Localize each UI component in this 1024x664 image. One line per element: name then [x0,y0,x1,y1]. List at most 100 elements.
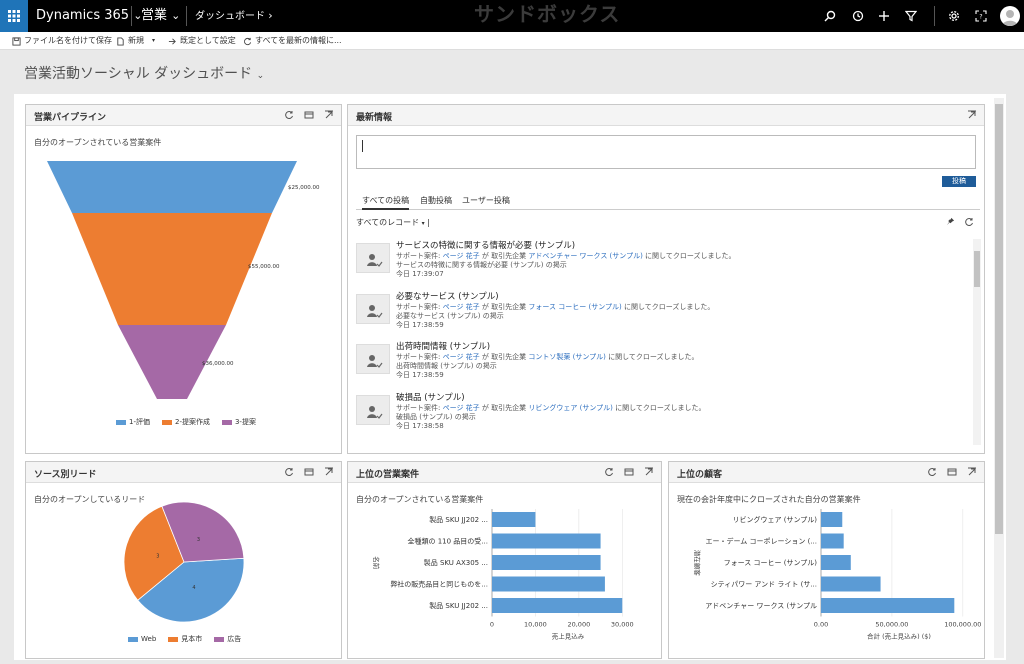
refresh-chart-button[interactable] [926,466,938,478]
user-link[interactable]: ページ 花子 [443,252,480,260]
account-link[interactable]: アドベンチャー ワークス (サンプル) [528,252,642,260]
legend-item[interactable]: Web [128,634,156,644]
legend-item[interactable]: 3-提案 [221,417,256,427]
recent-button[interactable] [850,8,866,24]
refresh-icon [605,468,613,477]
post-button[interactable]: 投稿 [942,176,976,187]
legend-label: Web [141,635,157,643]
area-menu[interactable]: 営業 ⌄ [141,0,180,32]
create-button[interactable] [876,8,892,24]
list-item[interactable]: 必要なサービス (サンプル) サポート案件: ページ 花子 が 取引先企業 フォ… [356,290,966,340]
new-label: 新規 [128,36,144,45]
feed-item-time: 今日 17:38:59 [396,371,444,379]
user-avatar-button[interactable] [1000,6,1020,26]
expand-button[interactable] [323,109,335,121]
panel-header: 最新情報 [348,105,984,126]
bar[interactable] [492,512,536,527]
x-tick-label: 20,000 [567,621,590,629]
legend-swatch [128,636,138,642]
panel-title: ソース別リード [34,470,97,480]
new-button[interactable]: 新規 ▾ [116,32,155,50]
breadcrumb-label: ダッシュボード [195,11,265,22]
bar[interactable] [492,555,601,570]
bar[interactable] [492,576,605,592]
view-records-button[interactable] [303,466,315,478]
account-link[interactable]: フォース コーヒー (サンプル) [528,303,621,311]
bar[interactable] [492,598,623,613]
feed-scrollbar[interactable] [973,239,981,445]
page-scrollbar[interactable] [994,98,1004,658]
save-as-button[interactable]: ファイル名を付けて保存 [12,32,112,50]
expand-button[interactable] [966,466,978,478]
tab-user-posts[interactable]: ユーザー投稿 [462,195,510,206]
legend-item[interactable]: 2-提案作成 [161,417,210,427]
search-button[interactable] [822,8,838,24]
funnel-segment-2[interactable] [72,213,272,325]
view-records-button[interactable] [623,466,635,478]
bar[interactable] [821,555,851,570]
search-icon [824,10,836,22]
view-records-button[interactable] [946,466,958,478]
app-brand-menu[interactable]: Dynamics 365 ⌄ [36,0,142,32]
legend-item[interactable]: 広告 [214,634,241,644]
refresh-chart-button[interactable] [283,109,295,121]
account-link[interactable]: コントソ製薬 (サンプル) [528,353,605,361]
legend-swatch [221,419,232,425]
refresh-chart-button[interactable] [603,466,615,478]
panel-header: ソース別リード [26,462,341,483]
feed-item-title[interactable]: 必要なサービス (サンプル) [396,290,499,302]
legend-item[interactable]: 見本市 [168,634,202,644]
user-link[interactable]: ページ 花子 [443,404,480,412]
x-tick-label: 10,000 [524,621,547,629]
bar[interactable] [821,598,955,613]
case-icon [367,355,383,368]
refresh-chart-button[interactable] [283,466,295,478]
funnel-chart: $25,000.00 $55,000.00 $36,000.00 [47,161,320,399]
refresh-icon [285,468,293,477]
list-item[interactable]: サービスの特徴に関する情報が必要 (サンプル) サポート案件: ページ 花子 が… [356,239,966,289]
post-input[interactable] [356,135,976,169]
tab-auto-posts[interactable]: 自動投稿 [420,195,452,206]
view-records-button[interactable] [303,109,315,121]
refresh-all-button[interactable]: すべてを最新の情報に... [243,32,342,50]
legend-item[interactable]: 1-評価 [116,417,150,427]
breadcrumb[interactable]: ダッシュボード › [195,0,273,32]
records-icon [624,468,634,476]
bar[interactable] [821,512,843,527]
help-icon: ? [975,10,987,22]
expand-button[interactable] [966,109,978,121]
panel-header: 上位の営業案件 [348,462,661,483]
feed-item-title[interactable]: 出荷時間情報 (サンプル) [396,340,490,352]
account-link[interactable]: リビングウェア (サンプル) [528,404,612,412]
advanced-find-button[interactable] [903,8,919,24]
scroll-thumb[interactable] [974,251,980,287]
follow-button[interactable] [946,217,955,229]
feed-item-time: 今日 17:38:58 [396,422,444,430]
record-filter-dropdown[interactable]: すべてのレコード ▾ | [356,217,430,228]
feed-item-title[interactable]: 破損品 (サンプル) [396,391,465,403]
x-axis-label: 売上見込み [552,632,585,641]
help-button[interactable]: ? [973,8,989,24]
y-tick-label: 全種類の 110 品目の受... [408,537,489,546]
feed-item-title[interactable]: サービスの特徴に関する情報が必要 (サンプル) [396,239,575,251]
list-item[interactable]: 出荷時間情報 (サンプル) サポート案件: ページ 花子 が 取引先企業 コント… [356,340,966,390]
case-avatar [356,243,390,273]
app-launcher-button[interactable] [0,0,28,32]
expand-button[interactable] [323,466,335,478]
bar[interactable] [821,576,881,592]
scroll-thumb[interactable] [995,104,1003,534]
expand-icon [968,467,976,476]
tab-all-posts[interactable]: すべての投稿 [362,195,410,210]
bar[interactable] [821,533,844,549]
settings-button[interactable] [946,8,962,24]
user-link[interactable]: ページ 花子 [443,353,480,361]
refresh-feed-button[interactable] [964,217,974,230]
dashboard-selector[interactable]: 営業活動ソーシャル ダッシュボード ⌄ [24,63,264,83]
funnel-segment-1[interactable] [47,161,297,213]
user-link[interactable]: ページ 花子 [443,303,480,311]
top-opportunities-panel: 上位の営業案件 自分のオープンされている営業案件 0 10,000 20,000 30… [347,461,662,659]
expand-button[interactable] [643,466,655,478]
list-item[interactable]: 破損品 (サンプル) サポート案件: ページ 花子 が 取引先企業 リビングウェ… [356,391,966,441]
set-default-button[interactable]: 既定として設定 [168,32,236,50]
bar[interactable] [492,533,601,549]
